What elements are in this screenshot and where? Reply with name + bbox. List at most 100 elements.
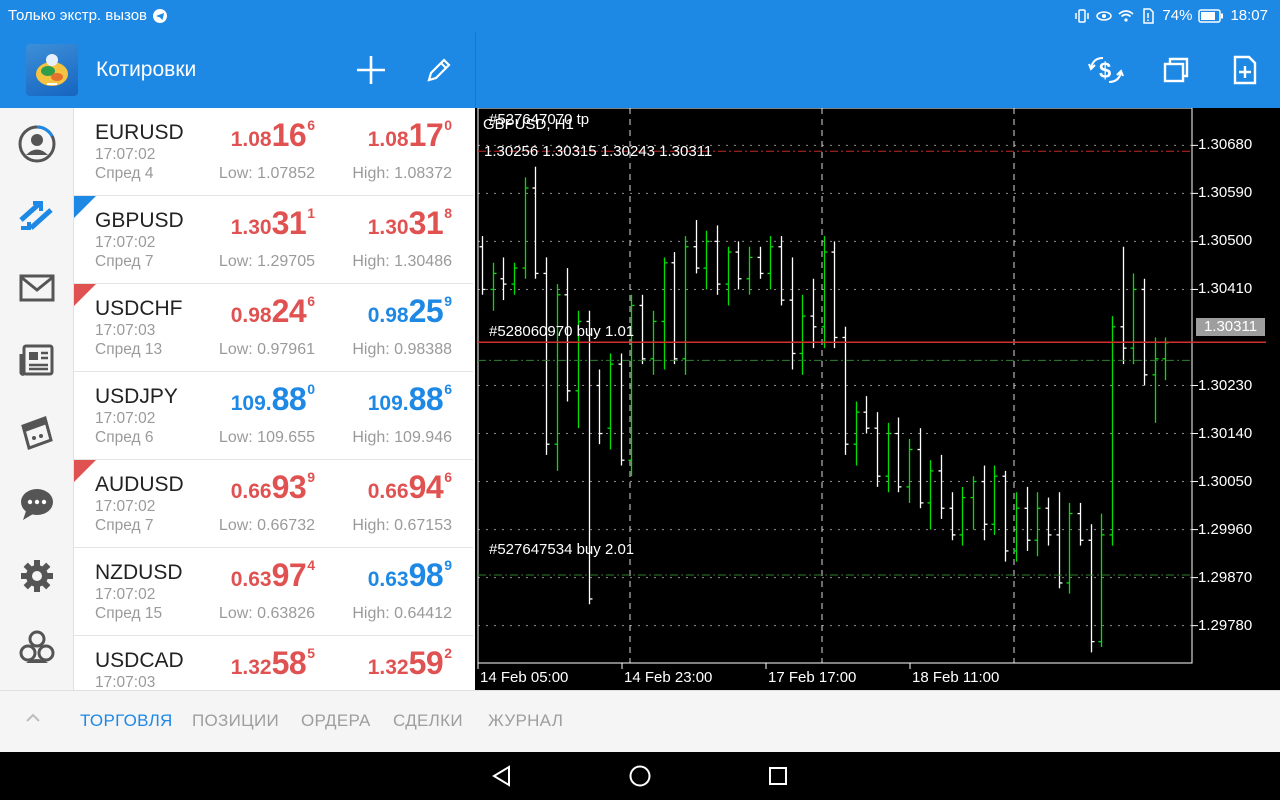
low-price: Low: 0.97961 bbox=[218, 341, 315, 358]
bid-price-prefix: 1.30 bbox=[230, 216, 272, 239]
rail-chat[interactable] bbox=[12, 479, 62, 529]
quote-row[interactable]: USDJPY 17:07:02 Спред 6 Low: 109.655 High: 1… bbox=[74, 372, 473, 460]
bid-price-big: 24 bbox=[271, 293, 307, 329]
bid-price-pip: 9 bbox=[307, 469, 315, 485]
ask-price[interactable]: 0.63989 bbox=[368, 558, 452, 591]
ask-price-pip: 9 bbox=[444, 557, 452, 573]
quote-row[interactable]: USDCHF 17:07:03 Спред 13 Low: 0.97961 High: … bbox=[74, 284, 473, 372]
ask-price[interactable]: 1.08170 bbox=[368, 118, 452, 151]
symbol-name: USDCAD bbox=[95, 649, 184, 672]
rail-community[interactable] bbox=[12, 623, 62, 673]
tp-order-label: #527647070 tp bbox=[489, 111, 590, 128]
edit-button[interactable] bbox=[419, 50, 459, 90]
y-tick-label: 1.29780 bbox=[1198, 616, 1253, 634]
battery-icon bbox=[1198, 8, 1224, 23]
add-symbol-button[interactable] bbox=[351, 50, 391, 90]
page-title: Котировки bbox=[96, 58, 197, 81]
community-icon bbox=[19, 630, 55, 663]
quote-time: 17:07:03 bbox=[95, 674, 156, 690]
tab-2[interactable]: ОРДЕРА bbox=[301, 711, 371, 731]
chart-panel[interactable]: GBPUSD, H1 #527647070 tp 1.30256 1.30315… bbox=[476, 108, 1280, 690]
svg-text:$: $ bbox=[1099, 58, 1111, 83]
x-tick-label: 18 Feb 11:00 bbox=[912, 669, 1000, 686]
bid-price-big: 88 bbox=[271, 381, 307, 417]
order-label-1: #528060970 buy 1.01 bbox=[489, 323, 635, 340]
symbol-name: EURUSD bbox=[95, 121, 184, 144]
windows-button[interactable] bbox=[1156, 50, 1196, 90]
chart-canvas[interactable] bbox=[476, 108, 1280, 690]
tab-4[interactable]: ЖУРНАЛ bbox=[488, 711, 563, 731]
bid-price-big: 58 bbox=[271, 645, 307, 681]
back-triangle-icon[interactable] bbox=[490, 764, 514, 788]
tick-direction-marker bbox=[74, 460, 96, 482]
bid-price[interactable]: 1.32585 bbox=[231, 646, 315, 679]
app-header: Котировки $ bbox=[0, 32, 1280, 108]
chat-icon bbox=[21, 489, 53, 520]
plot-frame bbox=[477, 108, 1193, 664]
spread: Спред 7 bbox=[95, 517, 154, 534]
ask-price-prefix: 0.66 bbox=[367, 480, 409, 503]
low-price: Low: 1.07852 bbox=[218, 165, 315, 182]
ask-price-pip: 0 bbox=[444, 117, 452, 133]
bid-price[interactable]: 1.30311 bbox=[231, 206, 315, 239]
new-document-icon bbox=[1233, 55, 1257, 85]
bid-price-prefix: 0.63 bbox=[230, 568, 272, 591]
rail-settings[interactable] bbox=[12, 551, 62, 601]
low-price: Low: 109.655 bbox=[218, 429, 315, 446]
rail-mail[interactable] bbox=[12, 263, 62, 313]
windows-icon bbox=[1163, 57, 1189, 83]
tab-1[interactable]: ПОЗИЦИИ bbox=[192, 711, 279, 731]
bid-price[interactable]: 0.98246 bbox=[231, 294, 315, 327]
low-price: Low: 0.66732 bbox=[218, 517, 315, 534]
quote-row[interactable]: AUDUSD 17:07:02 Спред 7 Low: 0.66732 High: 0… bbox=[74, 460, 473, 548]
bottom-tab-bar: ТОРГОВЛЯ ПОЗИЦИИ ОРДЕРА СДЕЛКИ ЖУРНАЛ bbox=[0, 690, 1280, 752]
bid-price-prefix: 1.32 bbox=[230, 656, 272, 679]
low-price: Low: 1.29705 bbox=[218, 253, 315, 270]
ask-price[interactable]: 109.886 bbox=[368, 382, 452, 415]
ask-price[interactable]: 1.30318 bbox=[368, 206, 452, 239]
ask-price-prefix: 1.30 bbox=[367, 216, 409, 239]
quote-row[interactable]: USDCAD 17:07:03 1.32585 1.32592 bbox=[74, 636, 473, 690]
current-price-tag: 1.30311 bbox=[1196, 318, 1265, 336]
high-price: High: 0.67153 bbox=[352, 517, 452, 534]
bid-price-prefix: 109. bbox=[230, 392, 272, 415]
navigation-rail bbox=[0, 108, 74, 690]
tab-0[interactable]: ТОРГОВЛЯ bbox=[80, 711, 173, 731]
symbol-name: NZDUSD bbox=[95, 561, 183, 584]
ask-price-big: 98 bbox=[408, 557, 444, 593]
bid-price[interactable]: 0.66939 bbox=[231, 470, 315, 503]
ask-price[interactable]: 0.98259 bbox=[368, 294, 452, 327]
rail-calendar[interactable] bbox=[12, 407, 62, 457]
app-logo[interactable] bbox=[26, 44, 78, 96]
y-tick-label: 1.30050 bbox=[1198, 472, 1253, 490]
tab-3[interactable]: СДЕЛКИ bbox=[393, 711, 463, 731]
y-tick-label: 1.29870 bbox=[1198, 568, 1253, 586]
bid-price[interactable]: 0.63974 bbox=[231, 558, 315, 591]
home-circle-icon[interactable] bbox=[628, 764, 652, 788]
symbol-name: USDCHF bbox=[95, 297, 183, 320]
ask-price-pip: 9 bbox=[444, 293, 452, 309]
y-tick-label: 1.30410 bbox=[1198, 280, 1253, 298]
spread: Спред 6 bbox=[95, 429, 154, 446]
bid-price[interactable]: 109.880 bbox=[231, 382, 315, 415]
quote-row[interactable]: GBPUSD 17:07:02 Спред 7 Low: 1.29705 High: 1… bbox=[74, 196, 473, 284]
high-price: High: 0.64412 bbox=[352, 605, 452, 622]
new-chart-button[interactable] bbox=[1225, 50, 1265, 90]
ask-price[interactable]: 1.32592 bbox=[368, 646, 452, 679]
eye-icon bbox=[1096, 10, 1113, 21]
bid-price[interactable]: 1.08166 bbox=[231, 118, 315, 151]
quote-row[interactable]: NZDUSD 17:07:02 Спред 15 Low: 0.63826 High: … bbox=[74, 548, 473, 636]
bid-price-pip: 4 bbox=[307, 557, 315, 573]
ask-price[interactable]: 0.66946 bbox=[368, 470, 452, 503]
dollar-arrows-icon: $ bbox=[1088, 57, 1124, 83]
settings-icon bbox=[21, 560, 53, 592]
chevron-up-icon[interactable] bbox=[22, 707, 44, 729]
rail-quotes[interactable] bbox=[12, 191, 62, 241]
ask-price-pip: 6 bbox=[444, 381, 452, 397]
trade-button[interactable]: $ bbox=[1086, 50, 1126, 90]
rail-account[interactable] bbox=[12, 119, 62, 169]
spread: Спред 4 bbox=[95, 165, 154, 182]
recents-square-icon[interactable] bbox=[766, 764, 790, 788]
rail-news[interactable] bbox=[12, 335, 62, 385]
quote-row[interactable]: EURUSD 17:07:02 Спред 4 Low: 1.07852 High: 1… bbox=[74, 108, 473, 196]
